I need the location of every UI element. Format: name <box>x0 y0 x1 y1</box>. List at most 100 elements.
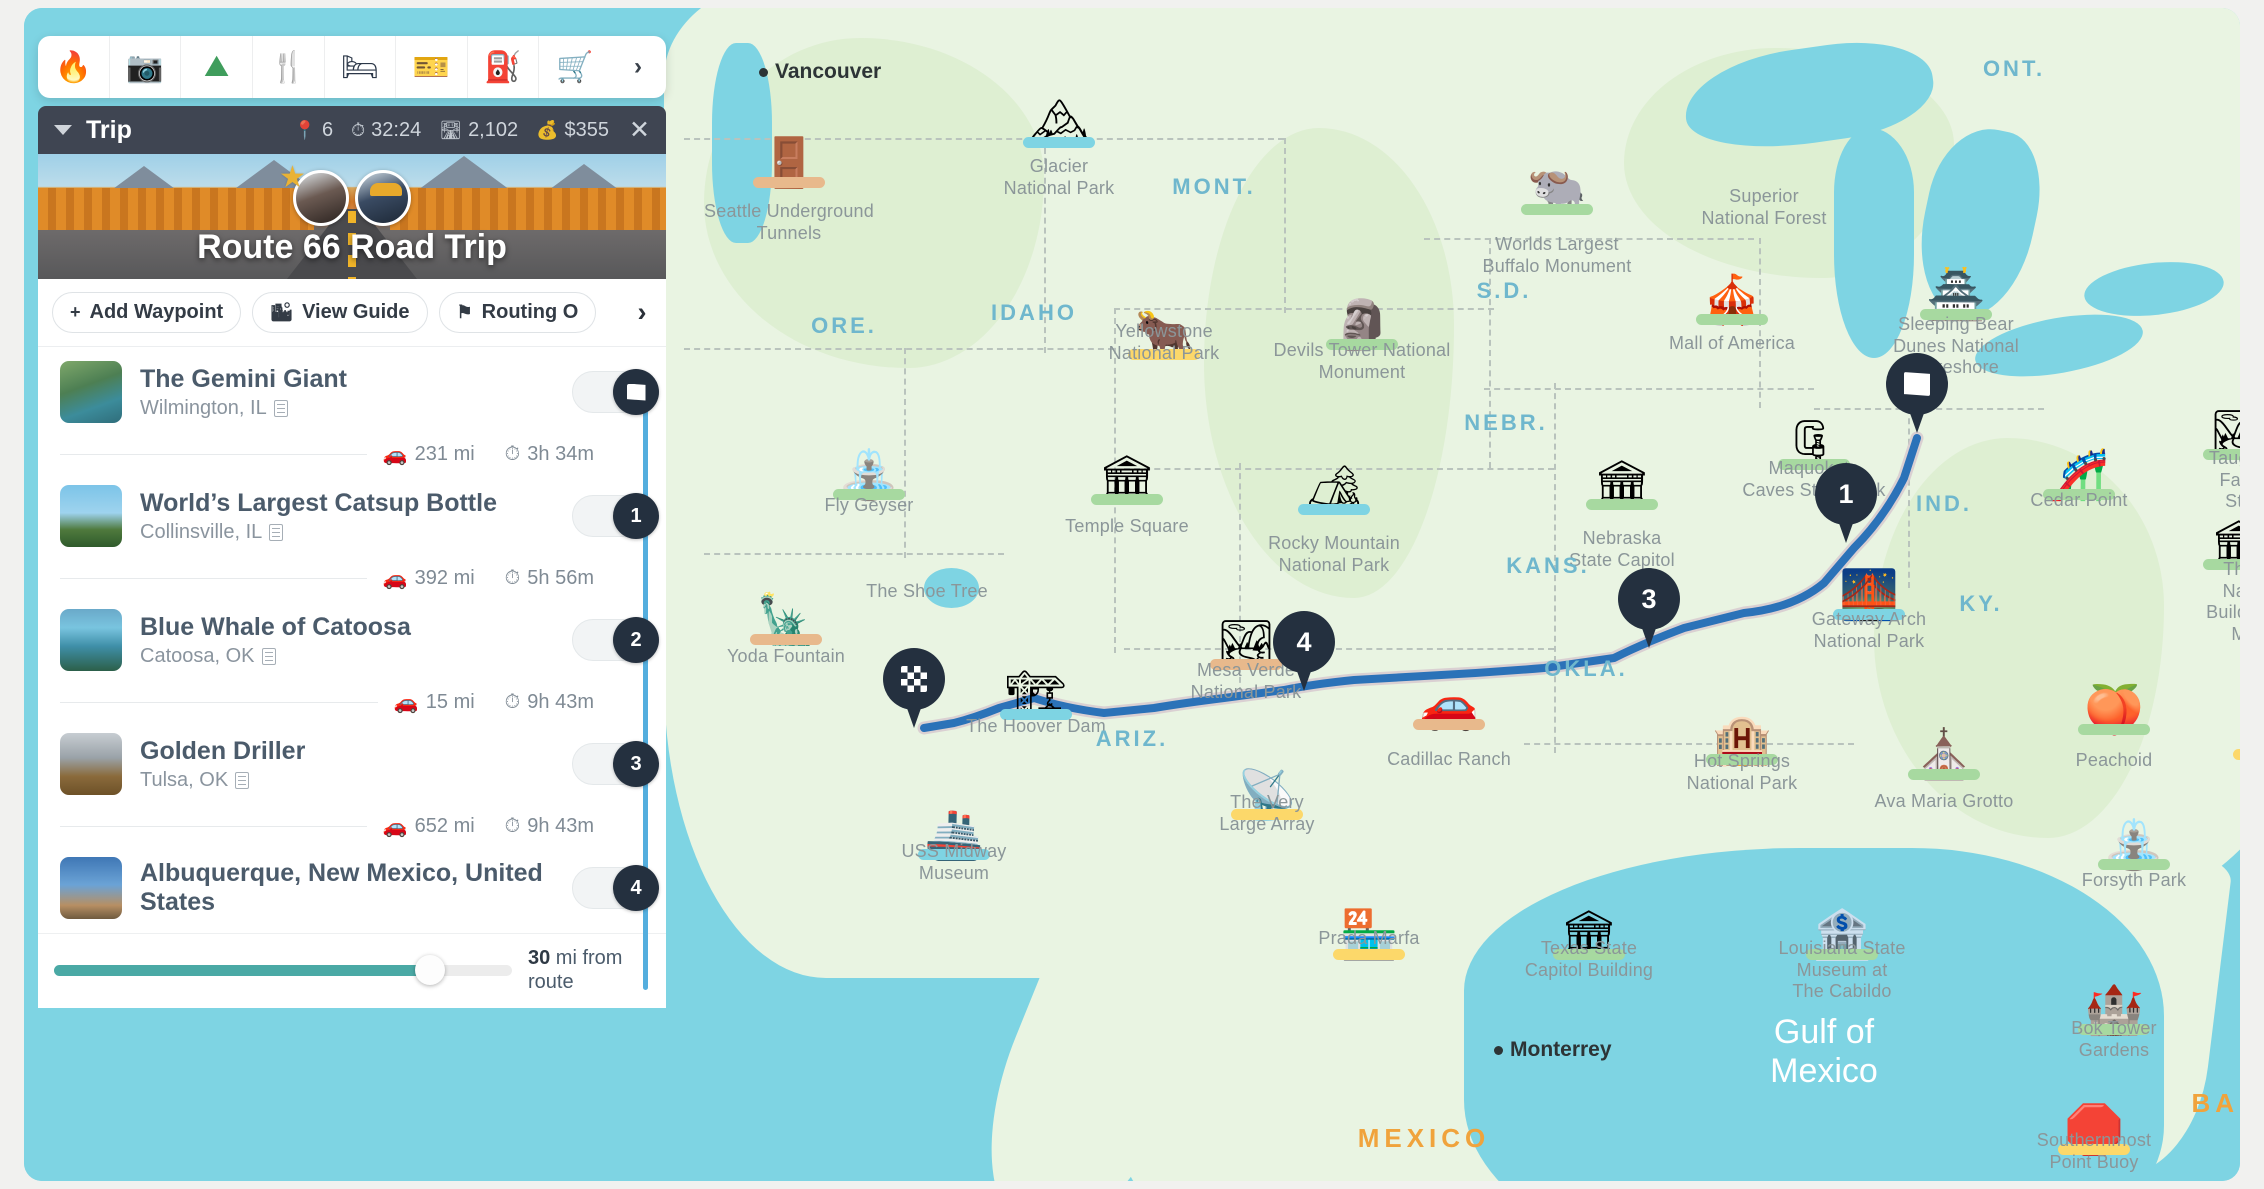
waypoint-toggle[interactable] <box>572 369 659 415</box>
waypoint-location-row: Tulsa, OK <box>140 769 572 792</box>
map-poi-label: Cadillac Ranch <box>1387 749 1511 769</box>
leg-distance-value: 652 mi <box>414 814 475 837</box>
map-marker-marker-1[interactable]: 1 <box>1815 463 1877 543</box>
state-border <box>1524 743 1854 745</box>
hero-mountain <box>418 156 510 190</box>
waypoint-name: The Gemini Giant <box>140 364 347 393</box>
category-fuel-icon[interactable]: ⛽ <box>468 36 540 98</box>
note-icon[interactable] <box>235 771 250 789</box>
poi-base <box>1908 769 1980 780</box>
map-poi-icon[interactable]: 🏛 <box>1085 433 1169 505</box>
actions-overflow-chevron-icon[interactable]: › <box>624 292 660 333</box>
cost-value: $355 <box>564 118 610 141</box>
trip-hero-banner[interactable]: ★ Route 66 Road Trip <box>38 154 666 279</box>
map-poi-icon[interactable]: 🎪 <box>1690 253 1774 325</box>
distance-slider[interactable] <box>54 955 512 985</box>
map-poi-icon[interactable]: 🏯 <box>1914 248 1998 320</box>
avatar[interactable] <box>355 170 411 226</box>
note-icon[interactable] <box>269 523 284 541</box>
waypoint-number-badge[interactable]: 2 <box>613 617 659 663</box>
map-marker-end-checker[interactable] <box>883 648 945 728</box>
waypoint-row[interactable]: World’s Largest Catsup Bottle Collinsvill… <box>38 471 666 561</box>
waypoint-row[interactable]: Blue Whale of Catoosa Catoosa, OK 2 <box>38 595 666 685</box>
waypoint-name: Albuquerque, New Mexico, United States <box>140 859 543 916</box>
waypoint-thumbnail <box>60 609 122 671</box>
waypoint-toggle[interactable]: 1 <box>572 493 659 539</box>
distance-icon: 🚗 <box>382 815 408 838</box>
category-shopping-icon[interactable]: 🛒 <box>539 36 610 98</box>
map-marker-marker-3[interactable]: 3 <box>1618 568 1680 648</box>
duration-icon: ⏱ <box>504 442 521 465</box>
category-campfire-icon[interactable]: 🔥 <box>38 36 110 98</box>
trip-avatars[interactable]: ★ <box>279 163 411 226</box>
waypoint-toggle[interactable]: 4 <box>572 865 659 911</box>
trip-stat-cost: 💰 $355 <box>536 119 609 142</box>
waypoint-row[interactable]: Albuquerque, New Mexico, United States 4 <box>38 843 666 933</box>
waypoint-number-badge[interactable]: 3 <box>613 741 659 787</box>
waypoint-toggle[interactable]: 2 <box>572 617 659 663</box>
map-poi-icon[interactable]: 🍑 <box>2072 663 2156 735</box>
state-border <box>704 553 1004 555</box>
map-poi-icon[interactable]: 🚪 <box>747 116 831 188</box>
routing-options-button[interactable]: ⚑ Routing O <box>438 292 597 333</box>
map-poi-icon[interactable]: ⛲ <box>2092 798 2176 870</box>
close-icon[interactable]: ✕ <box>629 117 650 143</box>
map-poi-icon[interactable]: 🏗 <box>994 648 1078 720</box>
leg-duration-value: 9h 43m <box>527 814 594 837</box>
marker-label: 3 <box>1641 583 1657 614</box>
waypoint-toggle[interactable]: 3 <box>572 741 659 787</box>
waypoint-location-row: Wilmington, IL <box>140 397 572 420</box>
waypoint-row[interactable]: The Gemini Giant Wilmington, IL <box>38 347 666 437</box>
map-poi-icon[interactable]: 🗽 <box>744 573 828 645</box>
category-attraction-icon[interactable]: 🎫 <box>396 36 468 98</box>
map-state-label: IDAHO <box>991 300 1077 325</box>
map-marker-marker-4[interactable]: 4 <box>1273 611 1335 691</box>
waypoint-name: Golden Driller <box>140 736 306 765</box>
map-marker-start-flag[interactable] <box>1886 353 1948 433</box>
add-waypoint-button[interactable]: + Add Waypoint <box>52 292 242 333</box>
note-icon[interactable] <box>273 399 288 417</box>
map-poi-icon[interactable]: 🐃 <box>1515 143 1599 215</box>
map-poi-icon[interactable]: 🏔 <box>1017 76 1101 148</box>
waypoint-row[interactable]: Golden Driller Tulsa, OK 3 <box>38 719 666 809</box>
category-more-button[interactable]: › <box>610 36 666 98</box>
category-camera-icon[interactable]: 📷 <box>110 36 182 98</box>
category-mountain-icon[interactable]: ⛰ <box>181 36 253 98</box>
trip-stat-distance: 🛣 2,102 <box>439 119 518 142</box>
leg-duration-value: 9h 43m <box>527 690 594 713</box>
map-poi-label: Temple Square <box>1065 516 1189 536</box>
map-poi-icon[interactable]: ⛲ <box>827 428 911 500</box>
map-poi-icon[interactable]: ⛪ <box>1902 708 1986 780</box>
map-state-label: ARIZ. <box>1095 726 1169 751</box>
category-restaurant-icon[interactable]: 🍴 <box>253 36 325 98</box>
poi-base <box>1091 494 1163 505</box>
map-poi-icon[interactable]: 🚗 <box>1407 658 1491 730</box>
duration-icon: ⏱ <box>351 119 366 140</box>
flag-icon <box>626 383 646 401</box>
view-guide-button[interactable]: 🏙 View Guide <box>252 292 428 333</box>
waypoint-location: Wilmington, IL <box>140 396 267 419</box>
waypoint-name: World’s Largest Catsup Bottle <box>140 488 497 517</box>
slider-knob[interactable] <box>414 955 445 985</box>
note-icon[interactable] <box>261 647 276 665</box>
waypoint-number-badge[interactable]: 1 <box>613 493 659 539</box>
map-state-label: ORE. <box>811 313 877 338</box>
map-poi-icon[interactable]: 🏕 <box>1292 443 1376 515</box>
slider-track[interactable] <box>54 955 512 985</box>
waypoint-flag-badge[interactable] <box>613 369 659 415</box>
waypoint-number-badge[interactable]: 4 <box>613 865 659 911</box>
waypoint-list: The Gemini Giant Wilmington, IL 🚗 231 mi ⏱ 3h… <box>38 347 666 1008</box>
map-poi-label: Prada Marfa <box>1318 928 1420 948</box>
map-poi-label: Devils Tower National Monument <box>1273 340 1451 382</box>
view-guide-label: View Guide <box>302 301 410 323</box>
distance-filter-footer: 30 mi from route <box>38 933 666 1008</box>
map-city-label: Vancouver <box>759 60 881 84</box>
map-poi-icon[interactable]: 🗼 <box>2227 688 2240 760</box>
map-poi-icon[interactable]: 🏛 <box>1580 438 1664 510</box>
distance-value: 2,102 <box>468 118 519 141</box>
category-lodging-icon[interactable]: 🛏 <box>325 36 397 98</box>
collapse-caret-icon[interactable] <box>54 125 72 135</box>
slider-value: 30 <box>528 947 551 969</box>
routing-options-label: Routing O <box>481 301 579 323</box>
category-toolbar[interactable]: 🔥 📷 ⛰ 🍴 🛏 🎫 ⛽ 🛒 › <box>38 36 666 98</box>
